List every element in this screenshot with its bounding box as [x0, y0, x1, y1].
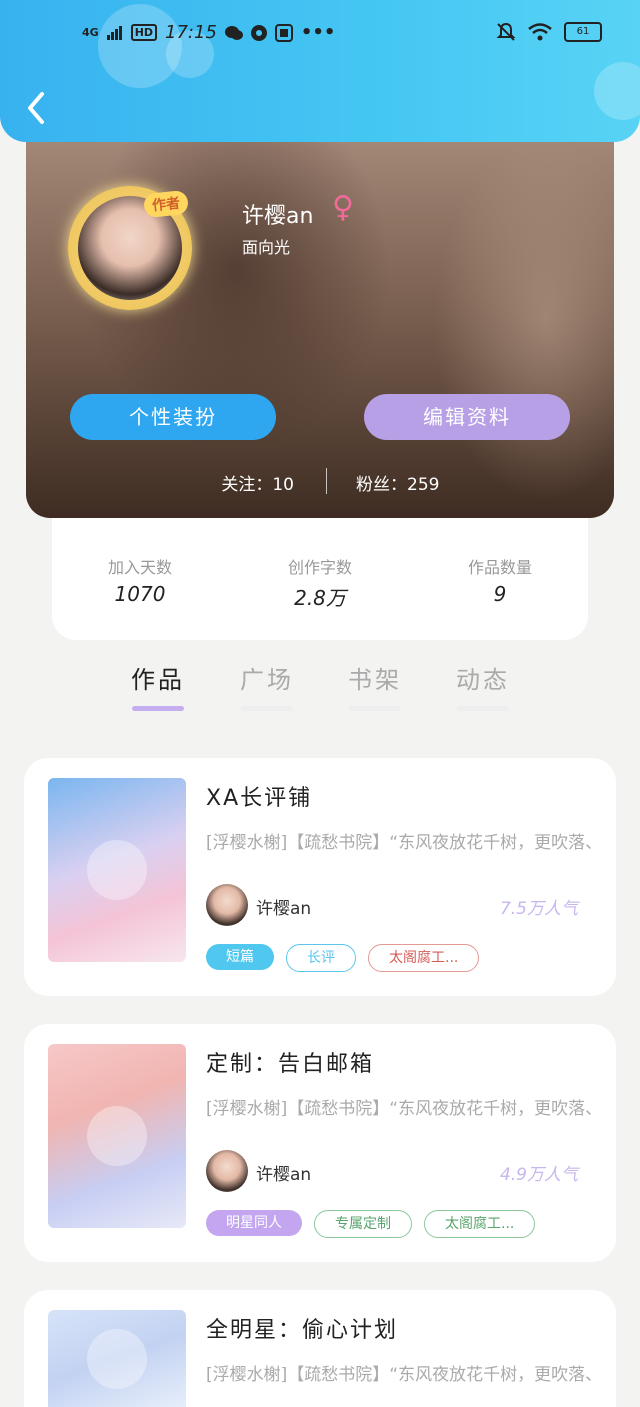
- stat-join-days: 加入天数 1070: [60, 554, 220, 606]
- work-cover[interactable]: [48, 1310, 186, 1407]
- taobao-icon: [274, 23, 293, 42]
- work-intro: [浮樱水榭]【疏愁书院】“东风夜放花千树，更吹落、星如雨。: [206, 1365, 596, 1385]
- following-count[interactable]: 关注：10: [221, 470, 294, 495]
- work-card[interactable]: 定制：告白邮箱 [浮樱水榭]【疏愁书院】“东风夜放花千树，更吹落、星如雨。 许樱…: [24, 1024, 616, 1262]
- work-title[interactable]: 定制：告白邮箱: [206, 1046, 374, 1078]
- stat-value: 1070: [114, 582, 166, 606]
- more-notifications-icon: •••: [300, 22, 336, 43]
- follow-stats: 关注：10 粉丝：259: [26, 466, 614, 496]
- work-cover[interactable]: [48, 778, 186, 962]
- work-intro: [浮樱水榭]【疏愁书院】“东风夜放花千树，更吹落、星如雨。: [206, 833, 596, 853]
- tab-activity[interactable]: 动态: [443, 660, 523, 711]
- header-bar: 4G HD 17:15 ••• 61: [0, 0, 640, 142]
- work-card[interactable]: 全明星：偷心计划 [浮樱水榭]【疏愁书院】“东风夜放花千树，更吹落、星如雨。: [24, 1290, 616, 1407]
- edit-profile-button[interactable]: 编辑资料: [364, 394, 570, 440]
- tab-underline: [241, 706, 293, 711]
- work-title[interactable]: 全明星：偷心计划: [206, 1312, 398, 1344]
- network-label: 4G: [82, 26, 99, 39]
- hd-badge: HD: [130, 24, 158, 41]
- stat-label: 加入天数: [107, 558, 172, 577]
- work-author: 许樱an: [256, 1165, 312, 1185]
- tab-label: 广场: [240, 666, 294, 694]
- divider: [326, 468, 327, 494]
- mute-icon: [496, 22, 516, 41]
- work-popularity: 7.5万人气: [499, 899, 578, 919]
- work-tag[interactable]: 专属定制: [314, 1210, 412, 1238]
- wifi-icon: [528, 23, 552, 41]
- stat-value: 2.8万: [294, 586, 346, 610]
- cover-art: [87, 1106, 147, 1166]
- signal-icon: [106, 25, 122, 40]
- tab-underline: [132, 706, 184, 711]
- work-tag[interactable]: 太阁腐工...: [368, 944, 480, 972]
- work-tags: 明星同人 专属定制 太阁腐工...: [206, 1210, 536, 1238]
- tab-bar: 作品 广场 书架 动态: [0, 656, 640, 716]
- app-icon: [250, 24, 267, 41]
- wechat-icon: [224, 25, 243, 40]
- tab-bookshelf[interactable]: 书架: [335, 660, 415, 711]
- stat-label: 作品数量: [467, 558, 532, 577]
- work-tags: 短篇 长评 太阁腐工...: [206, 944, 480, 972]
- work-author: 许樱an: [256, 899, 312, 919]
- username: 许樱an: [242, 204, 314, 229]
- avatar-frame[interactable]: 作者: [68, 186, 192, 310]
- profile-card: 作者 许樱an ♀ 面向光 个性装扮 编辑资料 关注：10 粉丝：259: [26, 120, 614, 518]
- author-badge: 作者: [142, 189, 190, 219]
- work-title[interactable]: XA长评铺: [206, 780, 312, 812]
- female-icon: ♀: [332, 190, 354, 225]
- tab-square[interactable]: 广场: [227, 660, 307, 711]
- tab-label: 书架: [348, 666, 402, 694]
- cover-art: [87, 1328, 147, 1389]
- author-avatar: [206, 884, 248, 926]
- work-popularity: 4.9万人气: [499, 1165, 578, 1185]
- work-tag[interactable]: 明星同人: [206, 1210, 302, 1236]
- stats-panel: 加入天数 1070 创作字数 2.8万 作品数量 9: [52, 518, 588, 640]
- work-tag[interactable]: 太阁腐工...: [424, 1210, 536, 1238]
- status-bar: 4G HD 17:15 ••• 61: [0, 20, 640, 50]
- stat-label: 创作字数: [287, 558, 352, 577]
- work-cover[interactable]: [48, 1044, 186, 1228]
- status-time: 17:15: [165, 22, 217, 43]
- battery-level: 61: [576, 26, 590, 37]
- tab-works[interactable]: 作品: [118, 660, 198, 711]
- stat-works-count: 作品数量 9: [420, 554, 580, 606]
- stat-word-count: 创作字数 2.8万: [240, 554, 400, 611]
- fans-count[interactable]: 粉丝：259: [356, 470, 439, 495]
- work-tag[interactable]: 长评: [286, 944, 356, 972]
- tab-label: 作品: [131, 666, 185, 694]
- author-avatar: [206, 1150, 248, 1192]
- tab-label: 动态: [456, 666, 510, 694]
- cover-art: [87, 840, 147, 900]
- tab-underline: [349, 706, 401, 711]
- tab-underline: [457, 706, 509, 711]
- work-intro: [浮樱水榭]【疏愁书院】“东风夜放花千树，更吹落、星如雨。: [206, 1099, 596, 1119]
- battery-icon: 61: [564, 22, 602, 42]
- decor-bubble: [594, 62, 640, 120]
- motto: 面向光: [242, 238, 291, 257]
- back-arrow-icon[interactable]: [22, 88, 52, 128]
- work-card[interactable]: XA长评铺 [浮樱水榭]【疏愁书院】“东风夜放花千树，更吹落、星如雨。 许樱an…: [24, 758, 616, 996]
- work-tag[interactable]: 短篇: [206, 944, 274, 970]
- stat-value: 9: [493, 582, 507, 606]
- dress-up-button[interactable]: 个性装扮: [70, 394, 276, 440]
